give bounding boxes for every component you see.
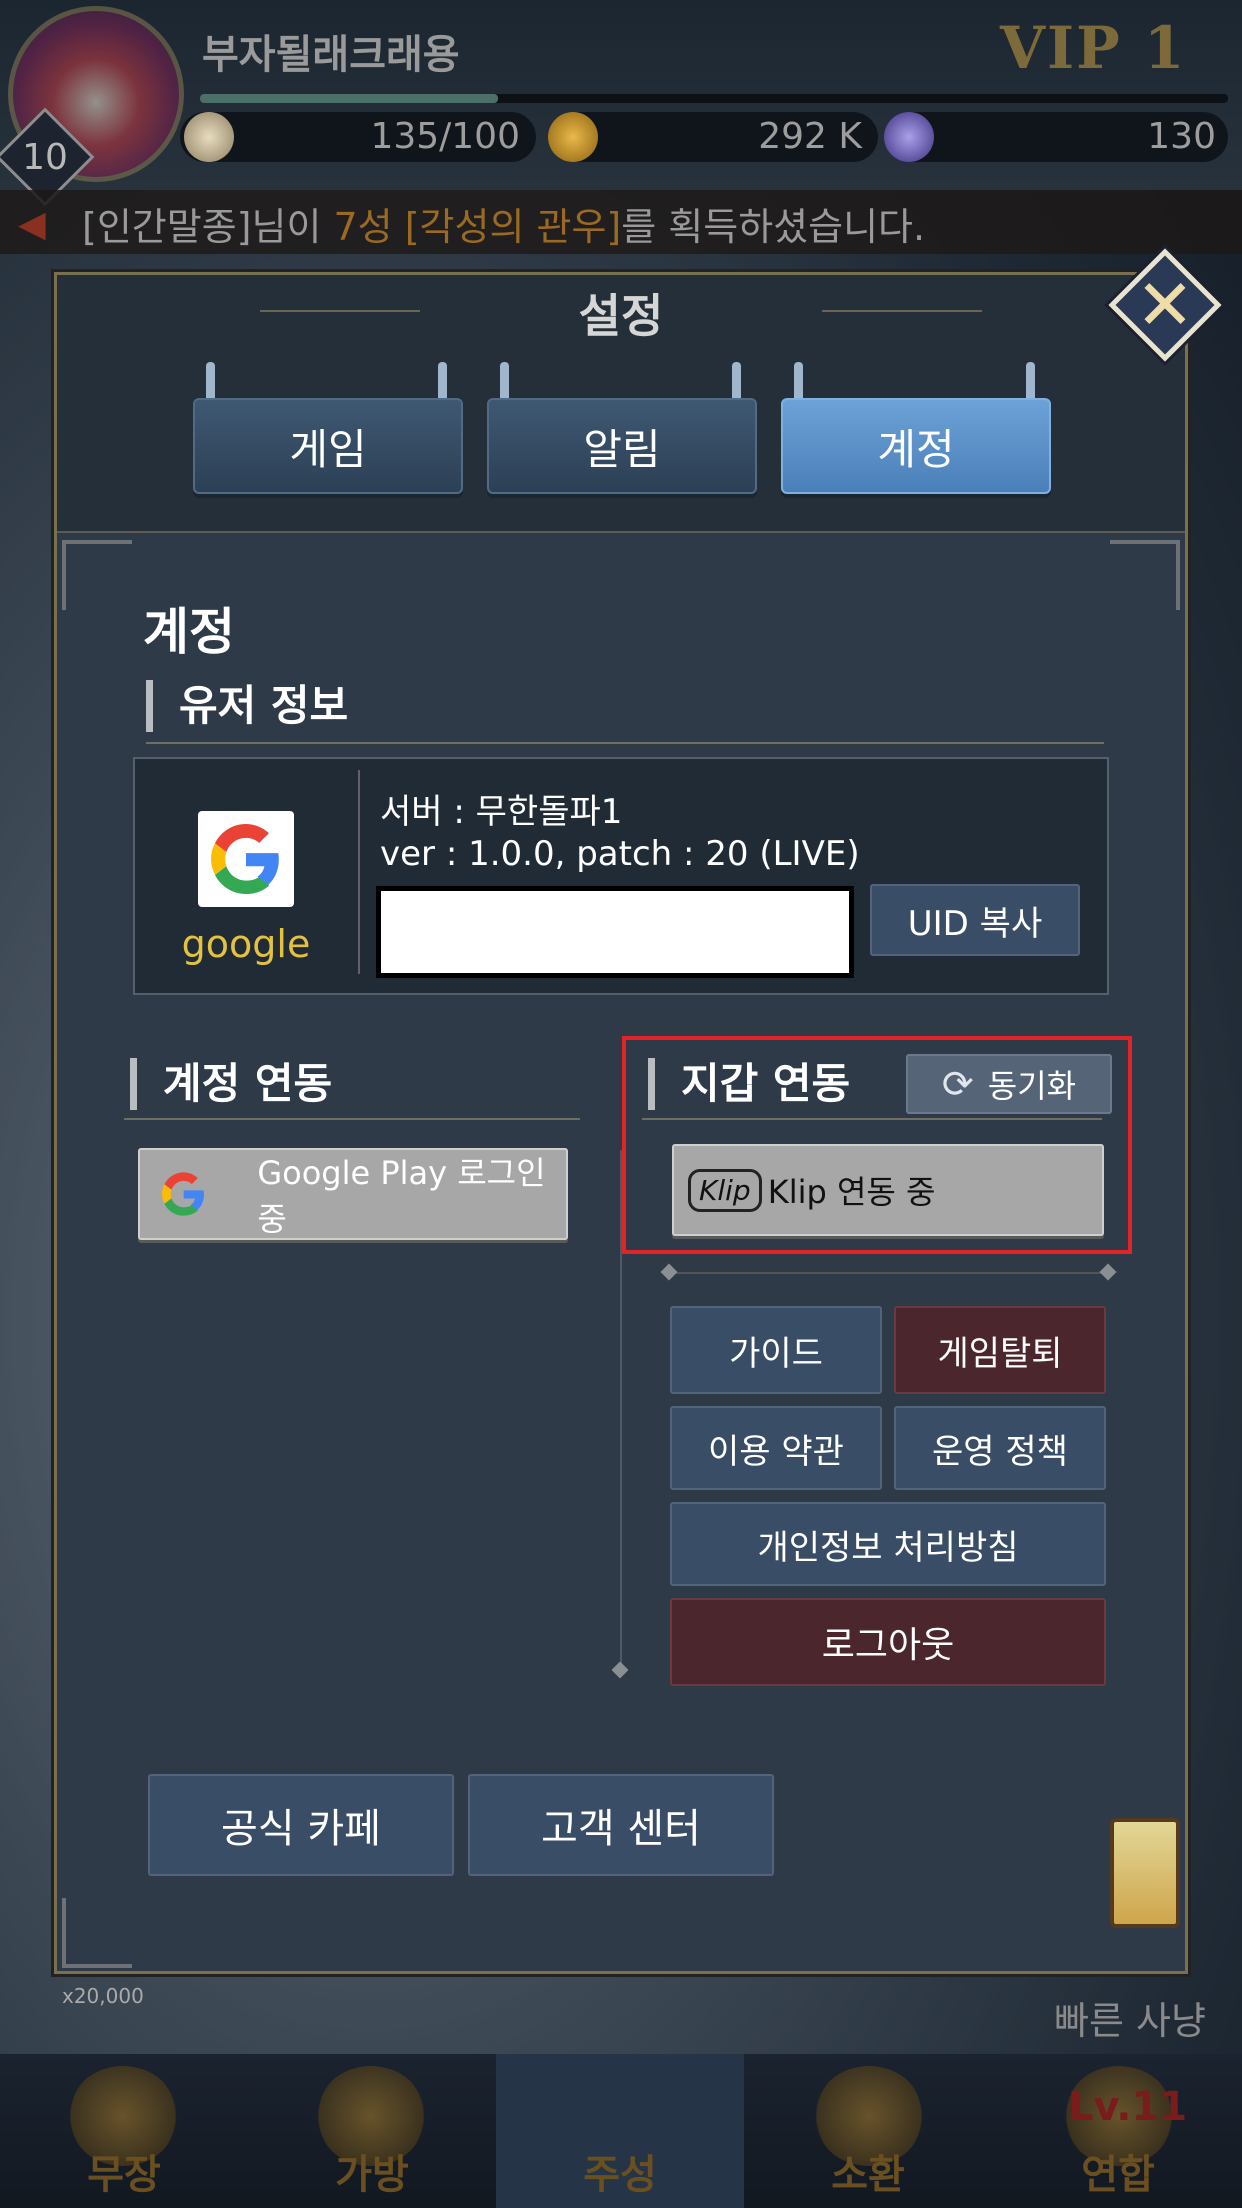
nav-alliance[interactable]: 연합: [994, 2054, 1242, 2208]
close-icon: ✕: [1135, 264, 1195, 346]
tab-account[interactable]: 계정: [781, 398, 1051, 494]
terms-button[interactable]: 이용 약관: [670, 1406, 882, 1490]
customer-center-button[interactable]: 고객 센터: [468, 1774, 774, 1876]
corner-ornament: [62, 540, 132, 610]
highlight-box: [622, 1036, 1132, 1254]
guide-button[interactable]: 가이드: [670, 1306, 882, 1394]
lantern-decoration: [1110, 1818, 1180, 1928]
gold-coin-icon: [548, 112, 598, 162]
nav-castle[interactable]: 주성: [496, 2054, 744, 2208]
uid-copy-button[interactable]: UID 복사: [870, 884, 1080, 956]
announcement-text: [인간말종]님이 7성 [각성의 관우]를 획득하셨습니다.: [82, 205, 926, 249]
logout-button[interactable]: 로그아웃: [670, 1598, 1106, 1686]
player-name: 부자될래크래용: [202, 32, 460, 78]
alliance-level-badge: Lv.11: [1068, 2084, 1188, 2130]
stamina-value: 135/100: [370, 116, 520, 157]
provider-label: google: [181, 922, 311, 966]
level-value: 10: [22, 136, 68, 178]
fast-hunt-label[interactable]: 빠른 사냥: [1054, 1990, 1206, 2045]
price-label: x20,000: [62, 1984, 144, 2008]
server-info: 서버 : 무한돌파1: [380, 792, 623, 832]
divider: [670, 1272, 1108, 1274]
modal-title: 설정: [578, 289, 664, 343]
tab-game[interactable]: 게임: [193, 398, 463, 494]
google-play-login-label: Google Play 로그인 중: [257, 1154, 546, 1238]
user-info-separator: [358, 770, 360, 974]
uid-field: [376, 886, 854, 978]
google-g-icon: [162, 1172, 204, 1216]
account-link-divider: [124, 1118, 580, 1120]
account-link-heading: 계정 연동: [130, 1058, 332, 1110]
xp-bar-fill: [200, 94, 498, 103]
nav-general[interactable]: 무장: [0, 2054, 248, 2208]
gem-icon: [884, 112, 934, 162]
gold-value: 292 K: [758, 116, 862, 157]
google-logo-icon: [198, 811, 294, 907]
policy-button[interactable]: 운영 정책: [894, 1406, 1106, 1490]
section-title: 계정: [143, 603, 235, 661]
vertical-divider: [620, 1150, 622, 1670]
privacy-policy-button[interactable]: 개인정보 처리방침: [670, 1502, 1106, 1586]
version-info: ver : 1.0.0, patch : 20 (LIVE): [380, 834, 860, 874]
user-info-heading: 유저 정보: [146, 680, 348, 732]
dumpling-icon: [184, 112, 234, 162]
nav-bag[interactable]: 가방: [248, 2054, 496, 2208]
user-info-divider: [146, 742, 1104, 744]
corner-ornament: [62, 1898, 132, 1968]
nav-summon[interactable]: 소환: [744, 2054, 992, 2208]
vip-badge[interactable]: VIP 1: [1000, 14, 1186, 82]
close-button[interactable]: ✕: [1108, 248, 1222, 362]
corner-ornament: [1110, 540, 1180, 610]
tab-notifications[interactable]: 알림: [487, 398, 757, 494]
gem-value: 130: [1147, 116, 1216, 157]
withdraw-button[interactable]: 게임탈퇴: [894, 1306, 1106, 1394]
megaphone-icon: ◀: [18, 204, 46, 245]
google-play-login-button[interactable]: Google Play 로그인 중: [138, 1148, 568, 1240]
official-cafe-button[interactable]: 공식 카페: [148, 1774, 454, 1876]
